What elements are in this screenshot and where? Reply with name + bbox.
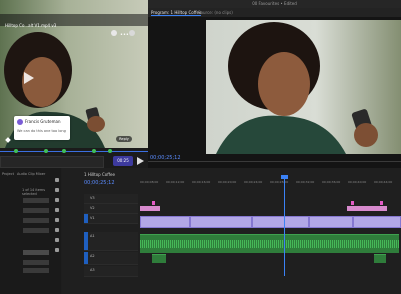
track-header-v1[interactable]: V1 bbox=[84, 214, 138, 224]
comment-body: We can do this one too long bbox=[17, 129, 66, 133]
video-clip-v1[interactable] bbox=[252, 216, 309, 228]
comment-marker[interactable] bbox=[44, 149, 48, 153]
audio-waveform bbox=[140, 240, 399, 248]
timecode-chip[interactable]: 00:25 bbox=[113, 156, 133, 166]
reply-button[interactable]: Reply bbox=[116, 136, 132, 142]
program-video-image bbox=[206, 20, 401, 154]
track-label: A1 bbox=[90, 234, 95, 238]
project-panel: Project Audio Clip Mixer 1 of 14 items s… bbox=[0, 168, 53, 294]
timeline-marker[interactable] bbox=[380, 201, 383, 205]
type-tool-icon[interactable] bbox=[55, 248, 59, 252]
comment-tools bbox=[106, 158, 113, 168]
monitor-controls: 00;00;25;12 bbox=[148, 154, 401, 175]
comment-marker[interactable] bbox=[14, 149, 18, 153]
ruler-label: 00;00;08;00 bbox=[140, 180, 159, 184]
play-overlay-icon[interactable] bbox=[24, 72, 34, 84]
project-item[interactable] bbox=[23, 268, 49, 273]
track-label: A3 bbox=[90, 268, 95, 272]
ruler-label: 00;00;12;00 bbox=[166, 180, 185, 184]
review-header-icons: ••• bbox=[111, 21, 138, 40]
timeline-marker[interactable] bbox=[152, 201, 155, 205]
program-monitor: Program: 1 Hilltop Coffee Source: (no cl… bbox=[148, 8, 401, 175]
ruler-label: 00;00;44;00 bbox=[374, 180, 393, 184]
razor-tool-icon[interactable] bbox=[55, 208, 59, 212]
track-label: A2 bbox=[90, 254, 95, 258]
track-header-v2[interactable]: V2 bbox=[84, 204, 138, 214]
project-item[interactable] bbox=[23, 228, 49, 233]
track-target-indicator[interactable] bbox=[84, 232, 88, 250]
comment-author: Francis Gruteman bbox=[25, 119, 61, 124]
audio-clip-a2[interactable] bbox=[152, 254, 166, 263]
ruler-label: 00;00;20;00 bbox=[218, 180, 237, 184]
video-clip-v1[interactable] bbox=[309, 216, 353, 228]
avatar bbox=[17, 119, 23, 125]
project-item[interactable] bbox=[23, 198, 49, 203]
ruler-label: 00;00;36;00 bbox=[322, 180, 341, 184]
tab-source[interactable]: Source: (no clips) bbox=[198, 10, 233, 15]
project-item[interactable] bbox=[23, 208, 49, 213]
video-clip-v1[interactable] bbox=[140, 216, 190, 228]
video-clip-v2[interactable] bbox=[347, 206, 387, 211]
ruler-label: 00;00;32;00 bbox=[296, 180, 315, 184]
audio-clip-a1[interactable] bbox=[140, 234, 399, 253]
audio-clip-a2[interactable] bbox=[374, 254, 386, 263]
timeline-panel: 1 Hilltop Coffee 00;00;25;12 00;00;08;00… bbox=[62, 168, 401, 294]
ruler-label: 00;00;16;00 bbox=[192, 180, 211, 184]
track-header-v3[interactable]: V3 bbox=[84, 194, 138, 204]
playhead[interactable] bbox=[284, 176, 285, 276]
window-titlebar: 00 Favourites • Edited bbox=[148, 0, 401, 8]
track-label: V1 bbox=[90, 216, 95, 220]
program-video-frame[interactable] bbox=[206, 20, 401, 154]
sequence-tab[interactable]: 1 Hilltop Coffee bbox=[84, 172, 115, 177]
comment-toolbar: 00:25 bbox=[0, 156, 148, 168]
help-icon[interactable] bbox=[111, 30, 117, 36]
comment-marker[interactable] bbox=[62, 149, 66, 153]
avatar[interactable] bbox=[129, 30, 135, 36]
video-clip-v1[interactable] bbox=[353, 216, 401, 228]
project-item[interactable] bbox=[23, 260, 49, 265]
selection-info: 1 of 14 items selected bbox=[22, 188, 46, 196]
comment-input[interactable] bbox=[0, 156, 104, 168]
comment-marker[interactable] bbox=[108, 149, 112, 153]
ruler-label: 00;00;28;00 bbox=[270, 180, 289, 184]
scrub-bar[interactable] bbox=[0, 151, 148, 152]
comment-card[interactable]: Francis Gruteman We can do this one too … bbox=[14, 116, 70, 140]
timeline-ruler[interactable]: 00;00;08;00 00;00;12;00 00;00;16;00 00;0… bbox=[140, 180, 401, 190]
track-label: V3 bbox=[90, 196, 95, 200]
timeline-marker[interactable] bbox=[351, 201, 354, 205]
project-item[interactable] bbox=[23, 250, 49, 255]
video-clip-v2[interactable] bbox=[140, 206, 160, 211]
ripple-edit-icon[interactable] bbox=[55, 198, 59, 202]
tools-panel bbox=[53, 168, 61, 294]
project-item[interactable] bbox=[23, 218, 49, 223]
review-panel: Hilltop Co...alt V1.mp4 v3 ••• Reply Fra… bbox=[0, 0, 148, 168]
tab-project[interactable]: Project bbox=[2, 172, 14, 176]
ruler-label: 00;00;24;00 bbox=[244, 180, 263, 184]
track-header-a2[interactable]: A2 bbox=[84, 252, 138, 265]
track-target-indicator[interactable] bbox=[84, 214, 88, 223]
track-header-a1[interactable]: A1 bbox=[84, 232, 138, 251]
review-asset-title: Hilltop Co...alt V1.mp4 v3 bbox=[5, 23, 57, 28]
tab-audio-mixer[interactable]: Audio Clip Mixer bbox=[17, 172, 45, 176]
window-title: 00 Favourites • Edited bbox=[252, 1, 297, 6]
track-header-a3[interactable]: A3 bbox=[84, 266, 138, 277]
slip-tool-icon[interactable] bbox=[55, 218, 59, 222]
tab-program[interactable]: Program: 1 Hilltop Coffee bbox=[151, 10, 202, 16]
hand-tool-icon[interactable] bbox=[55, 238, 59, 242]
selection-tool-icon[interactable] bbox=[55, 178, 59, 182]
more-icon[interactable]: ••• bbox=[120, 32, 129, 38]
pen-tool-icon[interactable] bbox=[55, 228, 59, 232]
review-scrubber[interactable]: 00:25 bbox=[0, 148, 148, 168]
video-clip-v1[interactable] bbox=[190, 216, 252, 228]
monitor-tabs: Program: 1 Hilltop Coffee Source: (no cl… bbox=[148, 8, 401, 17]
track-target-indicator[interactable] bbox=[84, 252, 88, 264]
track-select-icon[interactable] bbox=[55, 188, 59, 192]
timeline-timecode[interactable]: 00;00;25;12 bbox=[84, 180, 115, 186]
ruler-label: 00;00;40;00 bbox=[348, 180, 367, 184]
send-icon[interactable] bbox=[137, 157, 144, 165]
comment-marker[interactable] bbox=[92, 149, 96, 153]
track-label: V2 bbox=[90, 206, 95, 210]
